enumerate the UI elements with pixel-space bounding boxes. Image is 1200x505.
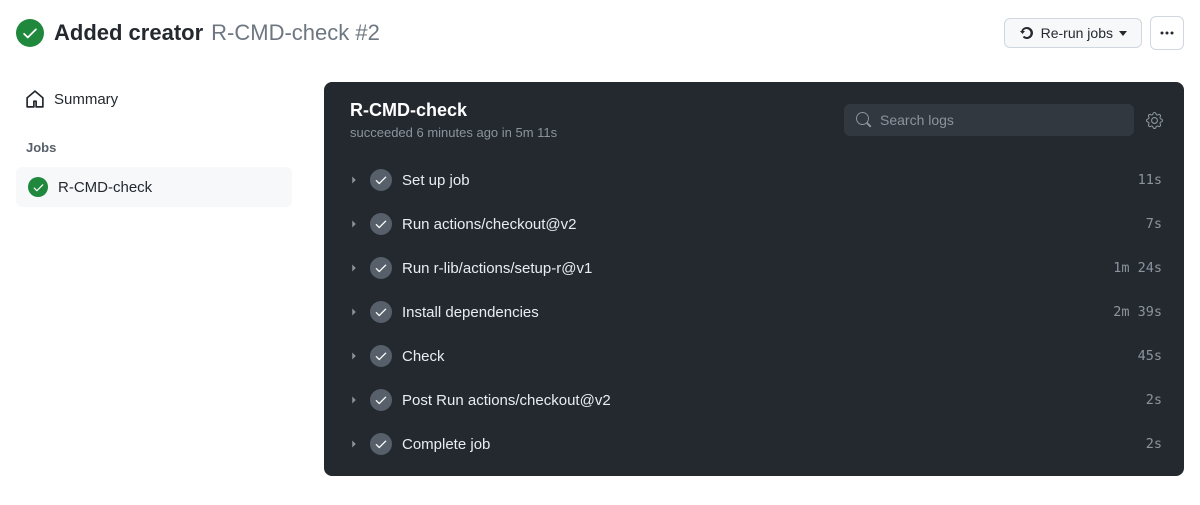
sidebar: Summary Jobs R-CMD-check <box>0 58 300 476</box>
search-logs[interactable] <box>844 104 1134 136</box>
step-success-icon <box>370 345 392 367</box>
step-name: Run actions/checkout@v2 <box>402 216 1146 233</box>
rerun-jobs-button[interactable]: Re-run jobs <box>1004 18 1142 48</box>
search-input[interactable] <box>880 112 1122 128</box>
step-success-icon <box>370 213 392 235</box>
sidebar-job-name: R-CMD-check <box>58 179 152 196</box>
step-duration: 45s <box>1138 348 1162 364</box>
job-status-line: succeeded 6 minutes ago in 5m 11s <box>350 125 557 140</box>
header-left: Added creator R-CMD-check #2 <box>16 19 380 47</box>
step-name: Post Run actions/checkout@v2 <box>402 392 1146 409</box>
success-icon <box>16 19 44 47</box>
rerun-jobs-label: Re-run jobs <box>1041 25 1113 41</box>
step-row[interactable]: Complete job 2s <box>336 422 1168 466</box>
step-success-icon <box>370 389 392 411</box>
step-name: Set up job <box>402 172 1138 189</box>
steps-list: Set up job 11s Run actions/checkout@v2 7… <box>324 154 1184 476</box>
chevron-right-icon <box>342 393 366 407</box>
step-name: Check <box>402 348 1138 365</box>
step-row[interactable]: Check 45s <box>336 334 1168 378</box>
step-row[interactable]: Set up job 11s <box>336 158 1168 202</box>
chevron-right-icon <box>342 349 366 363</box>
success-icon <box>28 177 48 197</box>
kebab-icon <box>1159 25 1175 41</box>
log-settings-button[interactable] <box>1144 110 1164 130</box>
jobs-heading: Jobs <box>16 132 300 163</box>
step-name: Complete job <box>402 436 1146 453</box>
summary-link[interactable]: Summary <box>16 82 300 116</box>
search-icon <box>856 112 872 128</box>
home-icon <box>26 90 44 108</box>
step-duration: 1m 24s <box>1113 260 1162 276</box>
chevron-right-icon <box>342 437 366 451</box>
workflow-title: Added creator R-CMD-check #2 <box>54 20 380 46</box>
job-title-block: R-CMD-check succeeded 6 minutes ago in 5… <box>350 100 557 140</box>
header-actions: Re-run jobs <box>1004 16 1184 50</box>
step-duration: 2m 39s <box>1113 304 1162 320</box>
step-row[interactable]: Run actions/checkout@v2 7s <box>336 202 1168 246</box>
workflow-run-name: R-CMD-check #2 <box>211 20 380 46</box>
step-duration: 2s <box>1146 436 1162 452</box>
chevron-right-icon <box>342 305 366 319</box>
chevron-right-icon <box>342 173 366 187</box>
summary-label: Summary <box>54 91 118 108</box>
sidebar-job-item[interactable]: R-CMD-check <box>16 167 292 207</box>
page-header: Added creator R-CMD-check #2 Re-run jobs <box>0 0 1200 58</box>
step-success-icon <box>370 433 392 455</box>
step-success-icon <box>370 169 392 191</box>
log-panel: R-CMD-check succeeded 6 minutes ago in 5… <box>324 82 1184 476</box>
step-row[interactable]: Run r-lib/actions/setup-r@v1 1m 24s <box>336 246 1168 290</box>
log-tools <box>844 104 1164 136</box>
step-name: Install dependencies <box>402 304 1113 321</box>
step-duration: 7s <box>1146 216 1162 232</box>
kebab-menu-button[interactable] <box>1150 16 1184 50</box>
log-panel-header: R-CMD-check succeeded 6 minutes ago in 5… <box>324 82 1184 154</box>
step-name: Run r-lib/actions/setup-r@v1 <box>402 260 1113 277</box>
step-duration: 11s <box>1138 172 1162 188</box>
step-success-icon <box>370 301 392 323</box>
gear-icon <box>1146 112 1163 129</box>
step-row[interactable]: Post Run actions/checkout@v2 2s <box>336 378 1168 422</box>
job-title: R-CMD-check <box>350 100 557 121</box>
body: Summary Jobs R-CMD-check R-CMD-check suc… <box>0 58 1200 492</box>
step-row[interactable]: Install dependencies 2m 39s <box>336 290 1168 334</box>
chevron-right-icon <box>342 261 366 275</box>
sync-icon <box>1019 25 1035 41</box>
chevron-right-icon <box>342 217 366 231</box>
step-success-icon <box>370 257 392 279</box>
step-duration: 2s <box>1146 392 1162 408</box>
commit-title: Added creator <box>54 20 203 46</box>
chevron-down-icon <box>1119 31 1127 36</box>
